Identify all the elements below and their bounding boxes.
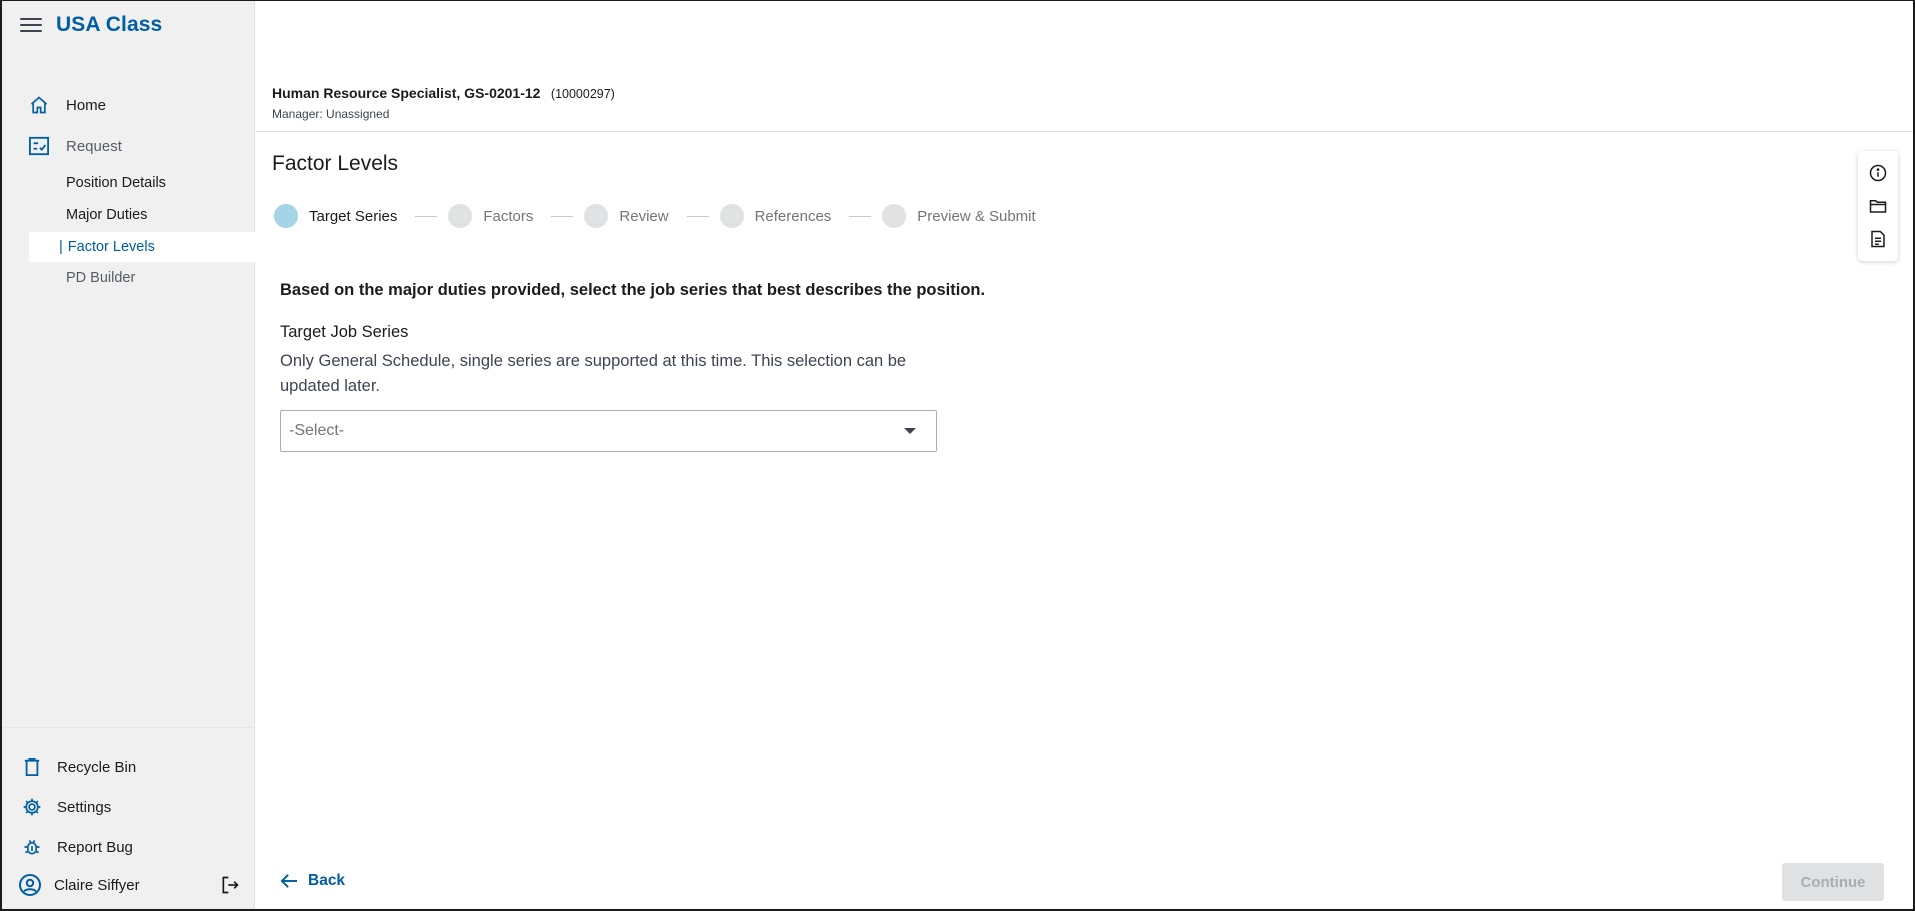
target-job-series-select[interactable]: -Select- xyxy=(280,410,937,452)
step-indicator xyxy=(882,204,907,228)
sidebar-item-report-bug[interactable]: Report Bug xyxy=(21,836,133,858)
app-window: USA Class Home Request Position Details … xyxy=(0,0,1915,911)
step-indicator xyxy=(274,204,298,228)
step-indicator xyxy=(584,204,609,228)
continue-button[interactable]: Continue xyxy=(1782,863,1884,901)
step-label: Factors xyxy=(483,207,534,225)
position-title: Human Resource Specialist, GS-0201-12 xyxy=(272,85,541,101)
back-button[interactable]: Back xyxy=(280,872,345,890)
step-label: Target Series xyxy=(309,207,398,225)
header-divider xyxy=(256,131,1913,132)
sidebar-item-label: Home xyxy=(66,96,107,114)
sidebar-subitem-label: PD Builder xyxy=(66,270,136,286)
sidebar-subitem-label: Major Duties xyxy=(66,207,148,223)
user-row: Claire Siffyer xyxy=(18,873,240,897)
sidebar-item-label: Recycle Bin xyxy=(57,758,137,776)
step-review[interactable]: Review xyxy=(584,204,669,228)
request-checklist-icon xyxy=(28,135,50,157)
step-target-series[interactable]: Target Series xyxy=(274,204,397,228)
document-icon[interactable] xyxy=(1867,228,1889,250)
side-toolbar xyxy=(1858,151,1898,261)
page-title: Factor Levels xyxy=(272,152,399,175)
sidebar-item-label: Request xyxy=(66,137,122,155)
sidebar-item-label: Settings xyxy=(57,798,112,816)
chevron-down-icon xyxy=(904,428,916,434)
target-job-series-hint: Only General Schedule, single series are… xyxy=(280,352,907,395)
sidebar-divider xyxy=(2,727,255,728)
home-icon xyxy=(28,94,50,116)
arrow-left-icon xyxy=(280,873,298,889)
sidebar-subitem-label: Position Details xyxy=(66,175,166,191)
step-connector xyxy=(415,215,438,217)
folder-icon[interactable] xyxy=(1867,195,1889,217)
position-manager: Manager: Unassigned xyxy=(272,107,390,121)
step-label: Preview & Submit xyxy=(917,207,1036,225)
gear-icon xyxy=(21,796,43,818)
logout-icon[interactable] xyxy=(220,875,240,895)
step-factors[interactable]: Factors xyxy=(448,204,533,228)
step-connector xyxy=(686,215,709,217)
position-id: (10000297) xyxy=(550,87,615,101)
sidebar-item-request[interactable]: Request xyxy=(28,135,122,157)
trash-icon xyxy=(21,756,43,778)
sidebar-item-recycle-bin[interactable]: Recycle Bin xyxy=(21,756,136,778)
app-title: USA Class xyxy=(56,13,163,36)
step-references[interactable]: References xyxy=(719,204,832,228)
main-content: Human Resource Specialist, GS-0201-12 (1… xyxy=(256,1,1913,909)
brand: USA Class xyxy=(20,13,162,37)
sidebar-subitem-position-details[interactable]: Position Details xyxy=(29,168,255,198)
sidebar-item-label: Report Bug xyxy=(57,838,133,856)
step-connector xyxy=(849,215,872,217)
user-name: Claire Siffyer xyxy=(54,876,140,894)
select-placeholder: -Select- xyxy=(289,422,345,439)
sidebar-item-home[interactable]: Home xyxy=(28,94,106,116)
hamburger-menu-icon[interactable] xyxy=(20,16,42,34)
bug-icon xyxy=(21,836,43,858)
info-icon[interactable] xyxy=(1867,162,1889,184)
user-avatar-icon[interactable] xyxy=(18,873,42,897)
sidebar-subitem-pd-builder[interactable]: PD Builder xyxy=(29,263,255,293)
step-label: Review xyxy=(619,207,669,225)
sidebar-subitem-factor-levels[interactable]: Factor Levels xyxy=(29,232,255,262)
step-indicator xyxy=(448,204,473,228)
position-header: Human Resource Specialist, GS-0201-12 (1… xyxy=(272,85,615,121)
step-indicator xyxy=(719,204,744,228)
target-job-series-label: Target Job Series xyxy=(280,323,409,341)
form-question: Based on the major duties provided, sele… xyxy=(280,281,986,299)
sidebar-item-settings[interactable]: Settings xyxy=(21,796,111,818)
sidebar: USA Class Home Request Position Details … xyxy=(2,1,255,909)
stepper: Target Series Factors Review References … xyxy=(274,204,1036,228)
step-label: References xyxy=(754,207,832,225)
step-preview-submit[interactable]: Preview & Submit xyxy=(882,204,1036,228)
step-connector xyxy=(551,215,574,217)
back-button-label: Back xyxy=(308,872,346,889)
sidebar-subitem-major-duties[interactable]: Major Duties xyxy=(29,200,255,230)
sidebar-subitem-label: Factor Levels xyxy=(67,239,155,255)
